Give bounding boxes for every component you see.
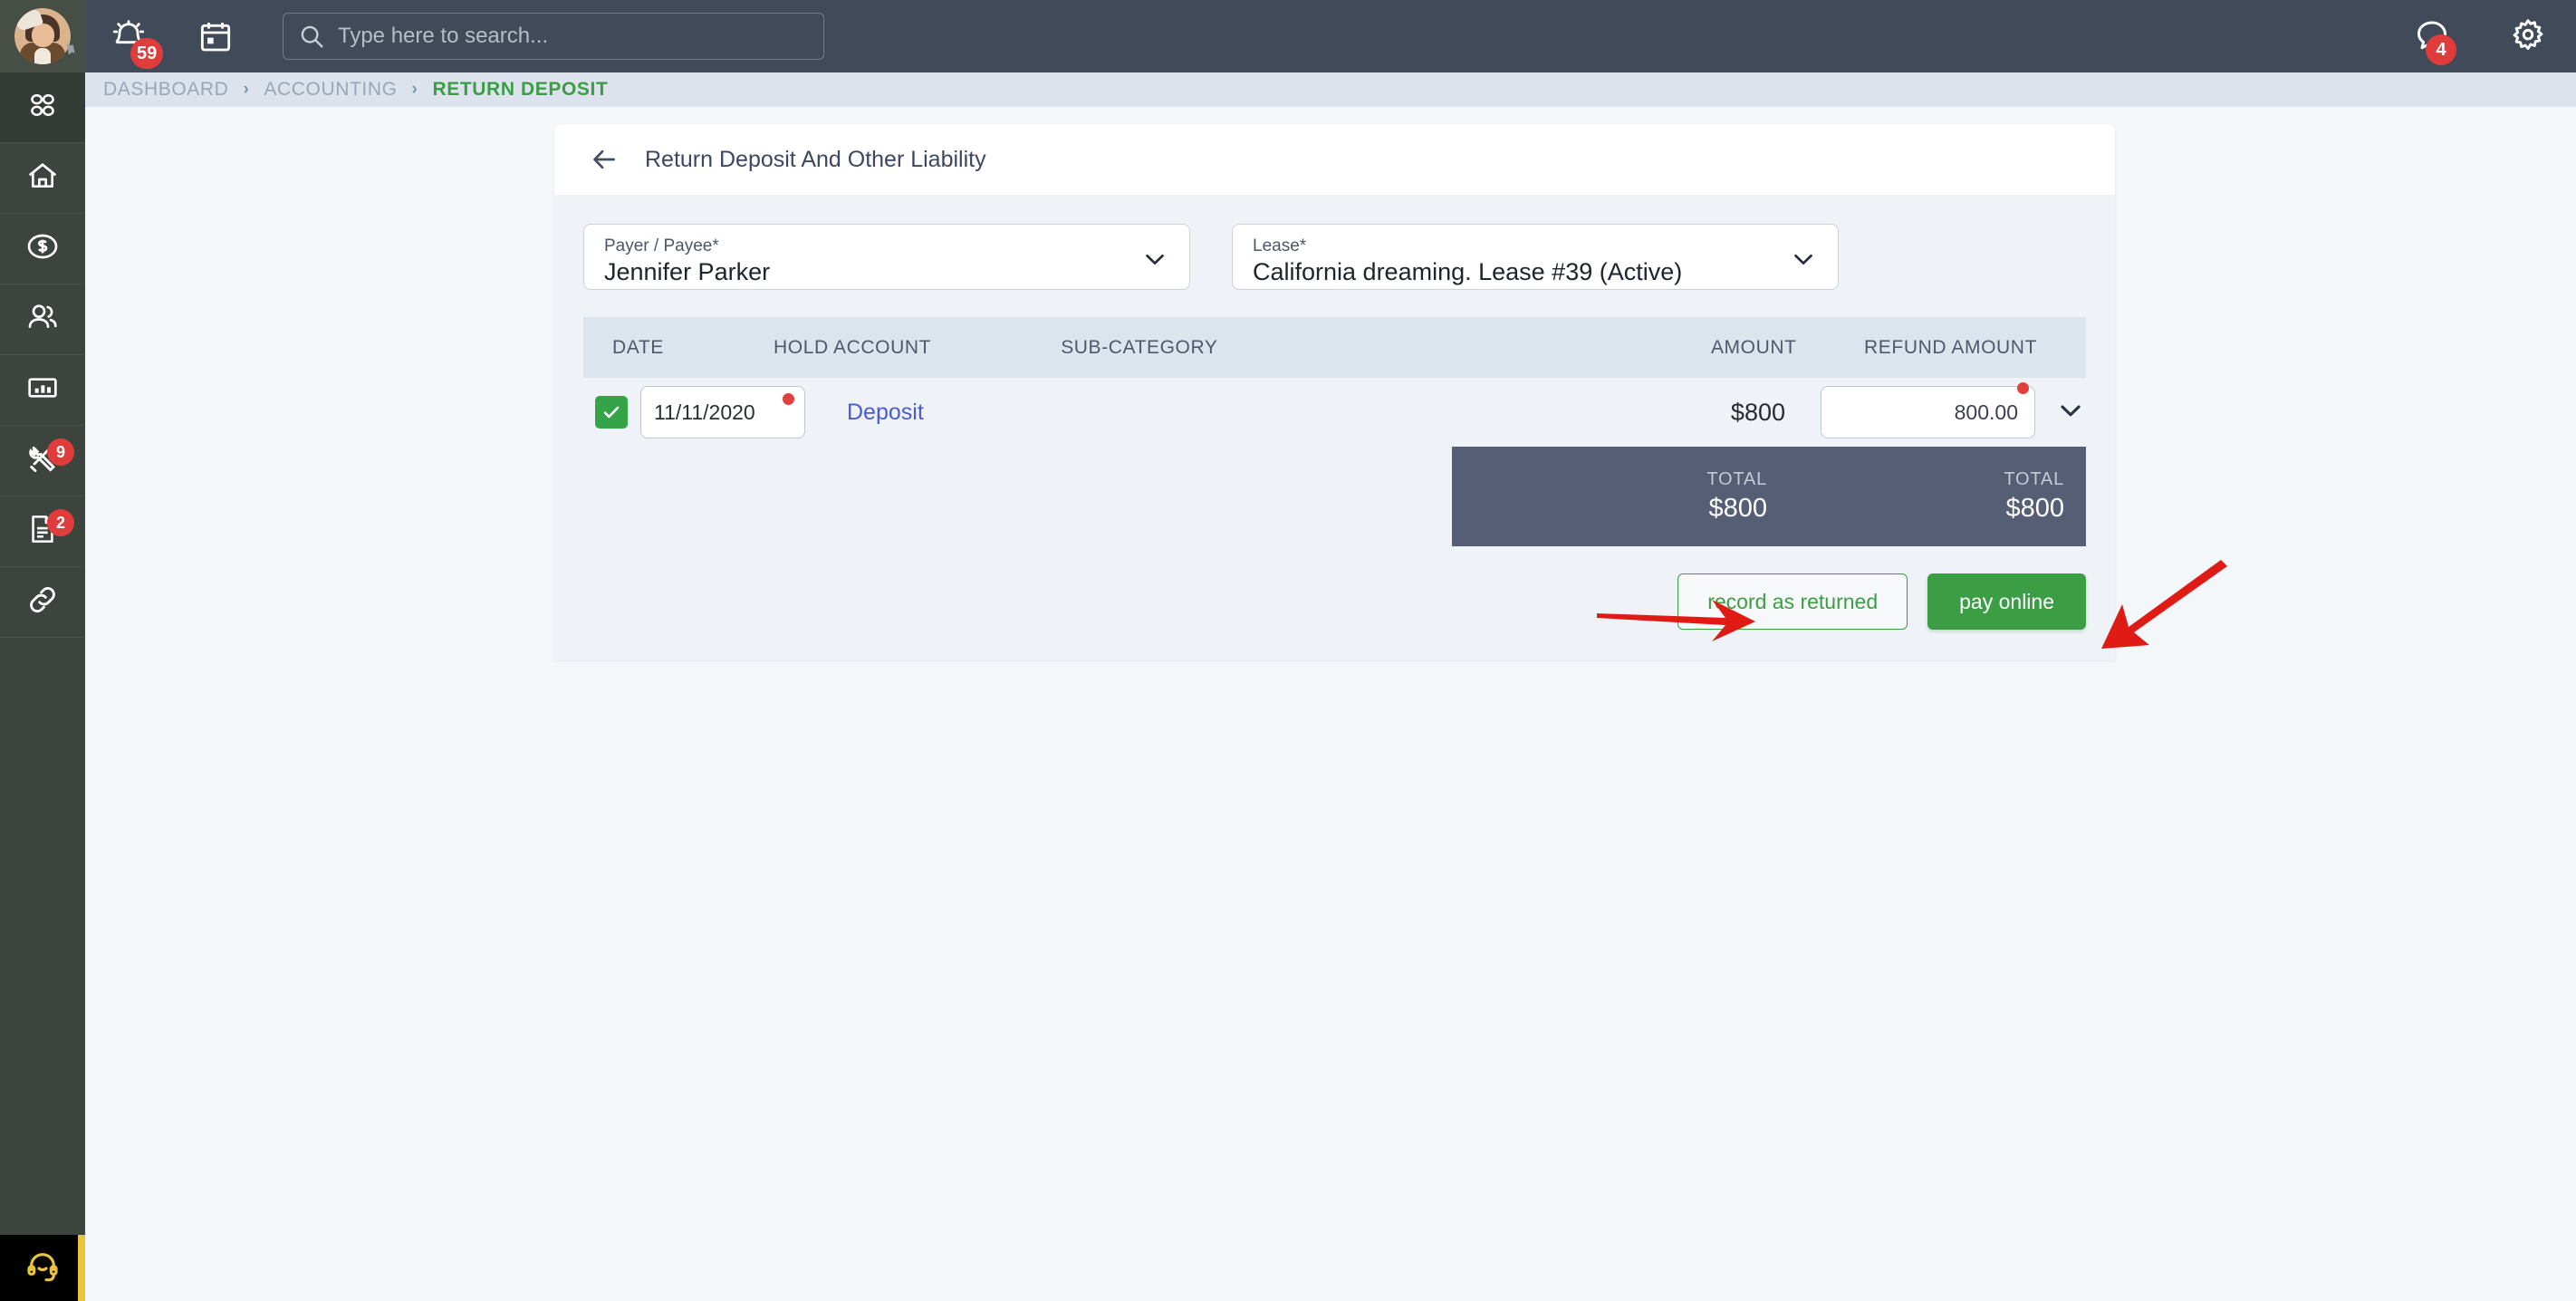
chat-button[interactable]: 4 <box>2384 0 2480 72</box>
tools-badge: 9 <box>47 438 74 466</box>
column-header-amount: AMOUNT <box>1710 336 1797 358</box>
avatar-cell[interactable] <box>0 0 85 72</box>
breadcrumb-separator: › <box>411 80 418 99</box>
return-deposit-card: Return Deposit And Other Liability Payer… <box>554 124 2115 660</box>
total-amount-label: TOTAL <box>1706 469 1767 489</box>
search-input[interactable] <box>338 24 809 49</box>
people-icon <box>24 299 61 340</box>
totals-bar: TOTAL $800 TOTAL $800 <box>1452 447 2086 546</box>
back-arrow-icon[interactable] <box>589 144 620 175</box>
action-buttons: record as returned pay online <box>554 546 2115 660</box>
headset-support-icon <box>24 1248 61 1288</box>
total-amount-block: TOTAL $800 <box>1452 469 1796 524</box>
bar-chart-icon <box>24 370 61 410</box>
column-header-date: DATE <box>612 336 664 358</box>
column-header-sub-category: SUB-CATEGORY <box>1061 336 1218 358</box>
sidebar-item-documents[interactable]: 2 <box>0 496 85 567</box>
form-row: Payer / Payee* Jennifer Parker Lease* Ca… <box>554 195 2115 301</box>
document-badge: 2 <box>47 509 74 536</box>
table-header-row: DATE HOLD ACCOUNT SUB-CATEGORY AMOUNT RE… <box>583 317 2086 378</box>
sidebar-item-home[interactable] <box>0 143 85 214</box>
page-title: Return Deposit And Other Liability <box>645 146 986 172</box>
dollar-circle-icon <box>24 228 61 269</box>
search-icon <box>298 23 325 50</box>
payer-payee-value: Jennifer Parker <box>604 257 771 285</box>
alarm-badge: 59 <box>130 38 164 69</box>
chevron-down-icon[interactable] <box>1789 245 1818 278</box>
breadcrumb: DASHBOARD › ACCOUNTING › RETURN DEPOSIT <box>85 72 2576 107</box>
total-refund-block: TOTAL $800 <box>1796 469 2086 524</box>
total-amount-value: $800 <box>1708 494 1767 523</box>
sidebar-item-links[interactable] <box>0 567 85 638</box>
lease-select[interactable]: Lease* California dreaming. Lease #39 (A… <box>1232 224 1839 290</box>
home-icon <box>24 158 61 198</box>
total-refund-label: TOTAL <box>2004 469 2064 489</box>
row-expand-chevron-icon[interactable] <box>2055 395 2086 430</box>
support-button[interactable] <box>0 1235 85 1301</box>
payer-payee-label: Payer / Payee* <box>604 236 719 255</box>
settings-button[interactable] <box>2480 0 2576 72</box>
totals-row: TOTAL $800 TOTAL $800 <box>583 447 2086 546</box>
sidebar-item-accounting[interactable] <box>0 214 85 284</box>
breadcrumb-item-dashboard[interactable]: DASHBOARD <box>103 79 228 101</box>
top-bar: 59 4 <box>0 0 2576 72</box>
pay-online-button[interactable]: pay online <box>1927 573 2086 630</box>
chevron-down-icon[interactable] <box>1140 245 1169 278</box>
refund-amount-input[interactable] <box>1821 386 2035 438</box>
sidebar-item-apps[interactable] <box>0 72 85 143</box>
payer-payee-select[interactable]: Payer / Payee* Jennifer Parker <box>583 224 1190 290</box>
support-stripe <box>78 1235 85 1301</box>
calendar-button[interactable] <box>172 0 259 72</box>
refund-input-wrap <box>1821 382 2035 438</box>
lease-value: California dreaming. Lease #39 (Active) <box>1253 257 1683 285</box>
avatar-face <box>32 24 54 47</box>
required-dot-icon <box>2017 382 2029 394</box>
sidebar-item-reports[interactable] <box>0 355 85 426</box>
main-content: Return Deposit And Other Liability Payer… <box>85 107 2576 1301</box>
column-header-hold-account: HOLD ACCOUNT <box>774 336 932 358</box>
amount-cell: $800 <box>1730 398 1785 426</box>
sidebar: 9 2 <box>0 72 85 1301</box>
card-header: Return Deposit And Other Liability <box>554 124 2115 195</box>
breadcrumb-item-accounting[interactable]: ACCOUNTING <box>264 79 397 101</box>
totals-spacer <box>583 447 1452 546</box>
date-input[interactable] <box>640 386 805 438</box>
breadcrumb-item-return-deposit: RETURN DEPOSIT <box>432 79 609 100</box>
column-header-refund-amount: REFUND AMOUNT <box>1864 336 2037 358</box>
search-box[interactable] <box>283 13 824 60</box>
apps-grid-icon <box>25 88 60 127</box>
link-icon <box>24 582 61 622</box>
topbar-right-group: 4 <box>2384 0 2576 72</box>
sidebar-item-maintenance[interactable]: 9 <box>0 426 85 496</box>
required-dot-icon <box>783 393 794 405</box>
chat-badge: 4 <box>2426 34 2456 65</box>
record-as-returned-button[interactable]: record as returned <box>1677 573 1908 630</box>
alarm-button[interactable]: 59 <box>85 0 172 72</box>
table-row: Deposit $800 <box>583 378 2086 447</box>
row-checkbox[interactable] <box>595 396 628 429</box>
total-refund-value: $800 <box>2005 494 2064 523</box>
deposits-table: DATE HOLD ACCOUNT SUB-CATEGORY AMOUNT RE… <box>583 317 2086 546</box>
date-field-wrap <box>640 386 805 438</box>
refund-amount-cell <box>1821 382 2086 438</box>
hold-account-link[interactable]: Deposit <box>847 400 1122 426</box>
lease-label: Lease* <box>1253 236 1307 255</box>
breadcrumb-separator: › <box>243 80 250 99</box>
sidebar-item-people[interactable] <box>0 284 85 355</box>
